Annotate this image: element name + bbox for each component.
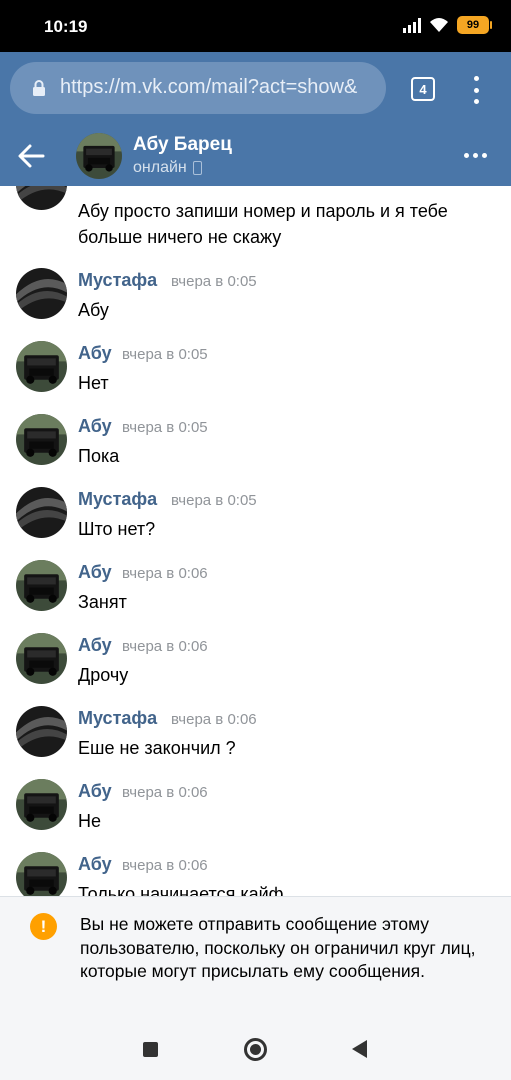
message-text: Не	[78, 811, 102, 831]
avatar[interactable]	[16, 706, 67, 757]
message-time: вчера в 0:06	[122, 565, 208, 582]
battery-icon: 99	[457, 16, 492, 34]
tire-avatar-image	[16, 268, 67, 319]
message-time: вчера в 0:05	[171, 492, 257, 509]
message-text: Занят	[78, 592, 127, 612]
chat-header: Абу Барец онлайн	[0, 126, 511, 186]
tire-avatar-image	[16, 186, 67, 210]
contact-status: онлайн	[133, 159, 202, 177]
signal-icon	[403, 17, 421, 33]
message-item: Абу вчера в 0:06 Занят	[0, 560, 511, 633]
message-time: вчера в 0:06	[122, 784, 208, 801]
more-options-icon[interactable]	[464, 153, 487, 158]
tire-avatar-image	[16, 487, 67, 538]
avatar[interactable]	[16, 341, 67, 392]
message-item: Абу просто запиши номер и пароль и я теб…	[0, 186, 511, 247]
message-author[interactable]: Абу	[78, 343, 112, 364]
message-author[interactable]: Абу	[78, 416, 112, 437]
message-time: вчера в 0:05	[171, 273, 257, 290]
warning-icon: !	[30, 913, 57, 940]
contact-name[interactable]: Абу Барец	[133, 134, 232, 156]
message-text: Дрочу	[78, 665, 129, 685]
message-time: вчера в 0:05	[122, 419, 208, 436]
lock-icon	[33, 80, 45, 96]
message-author[interactable]: Мустафа	[78, 708, 157, 729]
message-time: вчера в 0:06	[122, 638, 208, 655]
message-author[interactable]: Мустафа	[78, 489, 157, 510]
message-item: Мустафа вчера в 0:06 Еше не закончил ?	[0, 706, 511, 779]
avatar[interactable]	[16, 268, 67, 319]
car-avatar-image	[76, 133, 122, 179]
message-text: Абу просто запиши номер и пароль и я теб…	[78, 201, 448, 247]
message-text: Пока	[78, 446, 120, 466]
avatar[interactable]	[16, 186, 67, 210]
message-time: вчера в 0:05	[122, 346, 208, 363]
message-author[interactable]: Абу	[78, 635, 112, 656]
message-text: Абу	[78, 300, 109, 320]
recents-icon[interactable]	[143, 1042, 158, 1057]
message-text: Нет	[78, 373, 109, 393]
message-time: вчера в 0:06	[122, 857, 208, 874]
message-item: Абу вчера в 0:05 Пока	[0, 414, 511, 487]
status-icons: 99	[403, 16, 492, 34]
car-avatar-image	[16, 414, 67, 465]
system-nav-bar	[0, 1020, 511, 1080]
message-item: Абу вчера в 0:06 Дрочу	[0, 633, 511, 706]
message-time: вчера в 0:06	[171, 711, 257, 728]
message-author[interactable]: Мустафа	[78, 270, 157, 291]
avatar[interactable]	[16, 852, 67, 896]
status-time: 10:19	[44, 17, 88, 36]
message-author[interactable]: Абу	[78, 854, 112, 875]
car-avatar-image	[16, 560, 67, 611]
message-item: Мустафа вчера в 0:05 Што нет?	[0, 487, 511, 560]
avatar[interactable]	[16, 414, 67, 465]
url-text[interactable]: https://m.vk.com/mail?act=show&	[60, 76, 357, 99]
car-avatar-image	[16, 852, 67, 896]
car-avatar-image	[16, 633, 67, 684]
message-text: Только начинается кайф	[78, 884, 284, 896]
back-icon[interactable]	[352, 1040, 367, 1058]
home-icon[interactable]	[244, 1038, 267, 1061]
browser-menu-icon[interactable]	[466, 76, 486, 104]
online-status-text: онлайн	[133, 159, 187, 176]
notice-text: Вы не можете отправить сообщение этому п…	[80, 914, 476, 981]
message-item: Абу вчера в 0:06 Не	[0, 779, 511, 852]
blocked-notice: ! Вы не можете отправить сообщение этому…	[0, 896, 511, 1020]
message-author[interactable]: Абу	[78, 781, 112, 802]
message-text: Еше не закончил ?	[78, 738, 236, 758]
avatar[interactable]	[16, 487, 67, 538]
url-bar[interactable]: https://m.vk.com/mail?act=show&	[10, 62, 386, 114]
tire-avatar-image	[16, 706, 67, 757]
car-avatar-image	[16, 779, 67, 830]
message-item: Абу вчера в 0:06 Только начинается кайф	[0, 852, 511, 896]
message-author[interactable]: Абу	[78, 562, 112, 583]
browser-toolbar: https://m.vk.com/mail?act=show& 4	[0, 52, 511, 126]
message-list: Абу просто запиши номер и пароль и я теб…	[0, 186, 511, 896]
contact-avatar[interactable]	[76, 133, 122, 179]
mobile-phone-icon	[192, 161, 202, 175]
avatar[interactable]	[16, 560, 67, 611]
car-avatar-image	[16, 341, 67, 392]
tab-switcher-button[interactable]: 4	[411, 77, 435, 101]
back-arrow-icon[interactable]	[16, 142, 46, 170]
avatar[interactable]	[16, 779, 67, 830]
wifi-icon	[430, 18, 448, 32]
message-item: Абу вчера в 0:05 Нет	[0, 341, 511, 414]
avatar[interactable]	[16, 633, 67, 684]
message-item: Мустафа вчера в 0:05 Абу	[0, 268, 511, 341]
status-bar: 10:19 99	[0, 0, 511, 52]
message-text: Што нет?	[78, 519, 156, 539]
